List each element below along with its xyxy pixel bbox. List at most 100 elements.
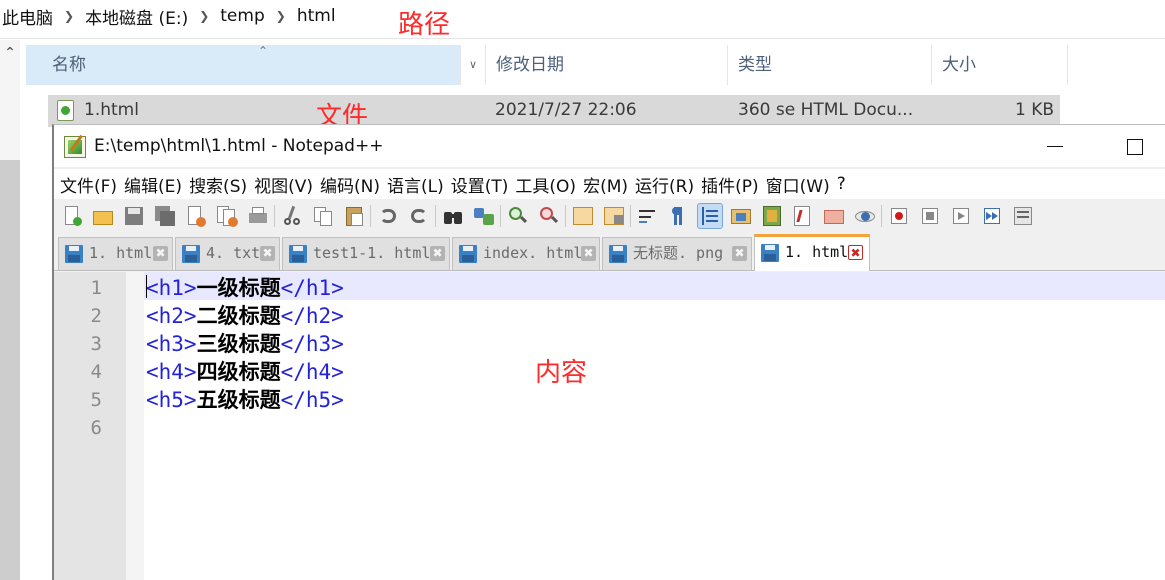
column-header-size[interactable]: 大小 xyxy=(932,45,1068,85)
chevron-down-icon[interactable]: ∨ xyxy=(460,45,486,85)
stop-recording-icon[interactable] xyxy=(918,204,942,228)
close-icon[interactable]: ✖ xyxy=(430,246,445,261)
record-macro-icon[interactable] xyxy=(887,204,911,228)
open-tag: <h5> xyxy=(146,388,197,412)
menu-settings[interactable]: 设置(T) xyxy=(451,172,516,197)
sync-vertical-scroll-icon[interactable] xyxy=(571,204,595,228)
menu-tools[interactable]: 工具(O) xyxy=(515,172,583,197)
tab-4-txt[interactable]: 4. txt ✖ xyxy=(175,237,280,270)
redo-icon[interactable] xyxy=(407,204,431,228)
column-header-name[interactable]: ⌃ 名称 xyxy=(26,45,460,85)
document-map-icon[interactable] xyxy=(760,204,784,228)
close-icon[interactable]: ✖ xyxy=(260,246,275,261)
tab-label: test1-1. html xyxy=(313,244,431,262)
chevron-right-icon[interactable]: ❯ xyxy=(267,9,295,23)
replace-icon[interactable] xyxy=(472,204,496,228)
menu-file[interactable]: 文件(F) xyxy=(60,172,124,197)
menu-search[interactable]: 搜索(S) xyxy=(189,172,254,197)
line-number: 2 xyxy=(90,305,102,327)
breadcrumb-html[interactable]: html xyxy=(295,6,338,26)
menu-window[interactable]: 窗口(W) xyxy=(766,172,837,197)
code-line[interactable]: <h1>一级标题</h1> xyxy=(146,274,344,302)
code-line[interactable]: <h5>五级标题</h5> xyxy=(146,386,344,414)
column-header-type[interactable]: 类型 xyxy=(728,45,932,85)
copy-icon[interactable] xyxy=(311,204,335,228)
floppy-disk-icon xyxy=(761,244,779,262)
chevron-up-icon[interactable]: ⌃ xyxy=(0,44,20,62)
close-icon[interactable]: ✖ xyxy=(581,246,596,261)
zoom-out-icon[interactable] xyxy=(537,204,561,228)
cut-icon[interactable] xyxy=(280,204,304,228)
function-list-icon[interactable] xyxy=(791,204,815,228)
open-tag: <h4> xyxy=(146,360,197,384)
file-list-row[interactable]: 1.html 2021/7/27 22:06 360 se HTML Docu.… xyxy=(48,95,1060,127)
monitoring-eye-icon[interactable] xyxy=(853,204,877,228)
close-icon[interactable]: ✖ xyxy=(153,246,168,261)
maximize-button[interactable] xyxy=(1111,125,1157,167)
user-defined-language-icon[interactable] xyxy=(729,204,753,228)
menu-help[interactable]: ? xyxy=(837,174,853,194)
column-header-name-label: 名称 xyxy=(52,55,86,75)
column-header-date[interactable]: 修改日期 xyxy=(486,45,728,85)
chevron-right-icon[interactable]: ❯ xyxy=(190,9,218,23)
menu-run[interactable]: 运行(R) xyxy=(635,172,701,197)
folder-as-workspace-icon[interactable] xyxy=(822,204,846,228)
show-all-characters-icon[interactable] xyxy=(667,204,691,228)
tab-label: 1. html xyxy=(785,243,849,261)
tab-1-html-active[interactable]: 1. html ✖ xyxy=(754,234,870,271)
tab-untitled-png[interactable]: 无标题. png ✖ xyxy=(602,237,752,270)
tab-index-html[interactable]: index. html ✖ xyxy=(452,237,600,270)
run-macro-multiple-icon[interactable] xyxy=(980,204,1004,228)
scrollbar-thumb[interactable] xyxy=(0,160,20,580)
indent-guide-icon[interactable] xyxy=(697,203,723,229)
tab-bar: 1. html ✖ 4. txt ✖ test1-1. html ✖ index… xyxy=(54,233,1165,271)
save-all-icon[interactable] xyxy=(153,204,177,228)
open-tag: <h1> xyxy=(146,276,197,300)
floppy-disk-icon xyxy=(65,245,83,263)
close-icon[interactable]: ✖ xyxy=(848,245,863,260)
breadcrumb-this-pc[interactable]: 此电脑 xyxy=(0,4,55,29)
playback-macro-icon[interactable] xyxy=(949,204,973,228)
column-headers: ⌃ 名称 ∨ 修改日期 类型 大小 xyxy=(26,45,1068,85)
undo-icon[interactable] xyxy=(376,204,400,228)
menu-bar: 文件(F) 编辑(E) 搜索(S) 视图(V) 编码(N) 语言(L) 设置(T… xyxy=(54,169,1165,199)
breadcrumb-drive-e[interactable]: 本地磁盘 (E:) xyxy=(83,4,190,29)
new-file-icon[interactable] xyxy=(60,204,84,228)
menu-plugins[interactable]: 插件(P) xyxy=(701,172,766,197)
sync-horizontal-scroll-icon[interactable] xyxy=(602,204,626,228)
print-icon[interactable] xyxy=(246,204,270,228)
chevron-right-icon[interactable]: ❯ xyxy=(55,9,83,23)
code-line[interactable]: <h4>四级标题</h4> xyxy=(146,358,344,386)
menu-view[interactable]: 视图(V) xyxy=(254,172,320,197)
close-file-icon[interactable] xyxy=(184,204,208,228)
zoom-in-icon[interactable] xyxy=(506,204,530,228)
find-icon[interactable] xyxy=(441,204,465,228)
notepad-plus-plus-icon[interactable] xyxy=(64,136,86,158)
file-type: 360 se HTML Docu... xyxy=(738,100,914,120)
fold-margin[interactable] xyxy=(126,272,144,580)
close-icon[interactable]: ✖ xyxy=(732,246,747,261)
code-line[interactable]: <h2>二级标题</h2> xyxy=(146,302,344,330)
tab-label: index. html xyxy=(483,244,583,262)
word-wrap-icon[interactable] xyxy=(636,204,660,228)
toolbar-separator xyxy=(881,205,882,227)
code-line[interactable]: <h3>三级标题</h3> xyxy=(146,330,344,358)
paste-icon[interactable] xyxy=(342,204,366,228)
file-name: 1.html xyxy=(84,100,139,120)
menu-edit[interactable]: 编辑(E) xyxy=(124,172,189,197)
editor-area[interactable]: 1 2 3 4 5 6 <h1>一级标题</h1> <h2>二级标题</h2> … xyxy=(54,272,1165,580)
menu-language[interactable]: 语言(L) xyxy=(387,172,451,197)
open-folder-icon[interactable] xyxy=(91,204,115,228)
minimize-button[interactable] xyxy=(1031,125,1077,167)
menu-encoding[interactable]: 编码(N) xyxy=(320,172,387,197)
window-title: E:\temp\html\1.html - Notepad++ xyxy=(94,136,384,156)
close-all-icon[interactable] xyxy=(215,204,239,228)
breadcrumb-temp[interactable]: temp xyxy=(218,6,266,26)
tab-test1-1-html[interactable]: test1-1. html ✖ xyxy=(282,237,450,270)
tab-1-html[interactable]: 1. html ✖ xyxy=(58,237,173,270)
close-tag: </h1> xyxy=(280,276,344,300)
menu-macro[interactable]: 宏(M) xyxy=(583,172,635,197)
title-bar[interactable]: E:\temp\html\1.html - Notepad++ xyxy=(54,125,1165,167)
save-macro-icon[interactable] xyxy=(1011,204,1035,228)
save-icon[interactable] xyxy=(122,204,146,228)
